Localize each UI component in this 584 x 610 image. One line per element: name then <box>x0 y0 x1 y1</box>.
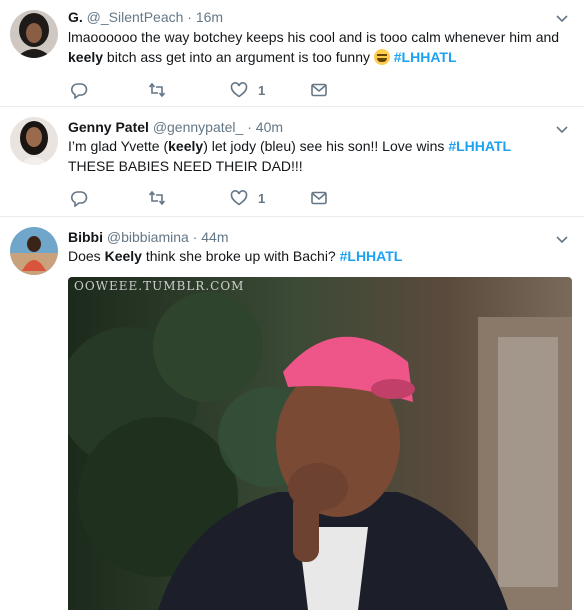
tweet-text-part: bitch ass get into an argument is too fu… <box>103 49 374 65</box>
avatar[interactable] <box>10 227 58 275</box>
like-icon <box>230 190 248 206</box>
direct-message-button[interactable] <box>310 188 328 208</box>
tweet-text-part: Does <box>68 248 105 264</box>
tweet-2[interactable]: Genny Patel @gennypatel_ · 40m I’m glad … <box>0 107 584 216</box>
keyword-highlight: keely <box>68 49 104 65</box>
tweet-text-part: ) let jody (bleu) see his son!! Love win… <box>203 138 449 154</box>
tweet-1[interactable]: G. @_SilentPeach · 16m lmaoooooo the way… <box>0 0 584 106</box>
like-button[interactable]: 1 <box>230 188 265 208</box>
timestamp[interactable]: 16m <box>196 9 223 25</box>
timestamp[interactable]: 40m <box>256 119 283 135</box>
retweet-icon <box>148 190 166 206</box>
dm-icon <box>311 83 327 97</box>
reply-icon <box>71 191 88 207</box>
tweet-text: Does Keely think she broke up with Bachi… <box>68 246 568 266</box>
tweet-media-gif[interactable]: OOWEEE.TUMBLR.COM <box>68 277 572 610</box>
hashtag-link[interactable]: #LHHATL <box>448 138 511 154</box>
tweet-header: Genny Patel @gennypatel_ · 40m <box>68 118 283 136</box>
display-name[interactable]: Genny Patel <box>68 119 149 135</box>
chevron-down-icon[interactable] <box>554 121 570 137</box>
tweet-text: I’m glad Yvette (keely) let jody (bleu) … <box>68 136 568 176</box>
keyword-highlight: Keely <box>104 248 142 264</box>
timestamp[interactable]: 44m <box>201 229 228 245</box>
tweet-text: lmaoooooo the way botchey keeps his cool… <box>68 27 568 67</box>
tweet-text-part: lmaoooooo the way botchey keeps his cool… <box>68 29 560 45</box>
user-handle[interactable]: @gennypatel_ <box>153 119 244 135</box>
reply-icon <box>71 83 88 99</box>
dm-icon <box>311 191 327 205</box>
tweet-text-line: THESE BABIES NEED THEIR DAD!!! <box>68 158 303 174</box>
keyword-highlight: keely <box>168 138 204 154</box>
tweet-actions: 1 <box>68 188 368 208</box>
media-watermark: OOWEEE.TUMBLR.COM <box>74 279 245 293</box>
tweet-header: Bibbi @bibbiamina · 44m <box>68 228 229 246</box>
separator-dot: · <box>247 119 252 135</box>
reply-button[interactable] <box>70 188 88 208</box>
like-icon <box>230 82 248 98</box>
reply-button[interactable] <box>70 80 88 100</box>
hashtag-link[interactable]: #LHHATL <box>340 248 403 264</box>
separator-dot: · <box>187 9 192 25</box>
retweet-icon <box>148 82 166 98</box>
hashtag-link[interactable]: #LHHATL <box>394 49 457 65</box>
display-name[interactable]: G. <box>68 9 83 25</box>
tweet-actions: 1 <box>68 80 368 100</box>
chevron-down-icon[interactable] <box>554 231 570 247</box>
display-name[interactable]: Bibbi <box>68 229 103 245</box>
tweet-text-part: I’m glad Yvette ( <box>68 138 169 154</box>
retweet-button[interactable] <box>148 80 166 100</box>
separator-dot: · <box>192 229 198 245</box>
laughing-emoji-icon <box>373 49 390 65</box>
avatar[interactable] <box>10 10 58 58</box>
like-count: 1 <box>258 190 266 206</box>
tweet-header: G. @_SilentPeach · 16m <box>68 8 223 26</box>
chevron-down-icon[interactable] <box>554 10 570 26</box>
user-handle[interactable]: @bibbiamina <box>107 229 189 245</box>
avatar[interactable] <box>10 117 58 165</box>
like-button[interactable]: 1 <box>230 80 265 100</box>
retweet-button[interactable] <box>148 188 166 208</box>
direct-message-button[interactable] <box>310 80 328 100</box>
like-count: 1 <box>258 82 266 98</box>
tweet-text-part: think she broke up with Bachi? <box>141 248 340 264</box>
user-handle[interactable]: @_SilentPeach <box>87 9 184 25</box>
